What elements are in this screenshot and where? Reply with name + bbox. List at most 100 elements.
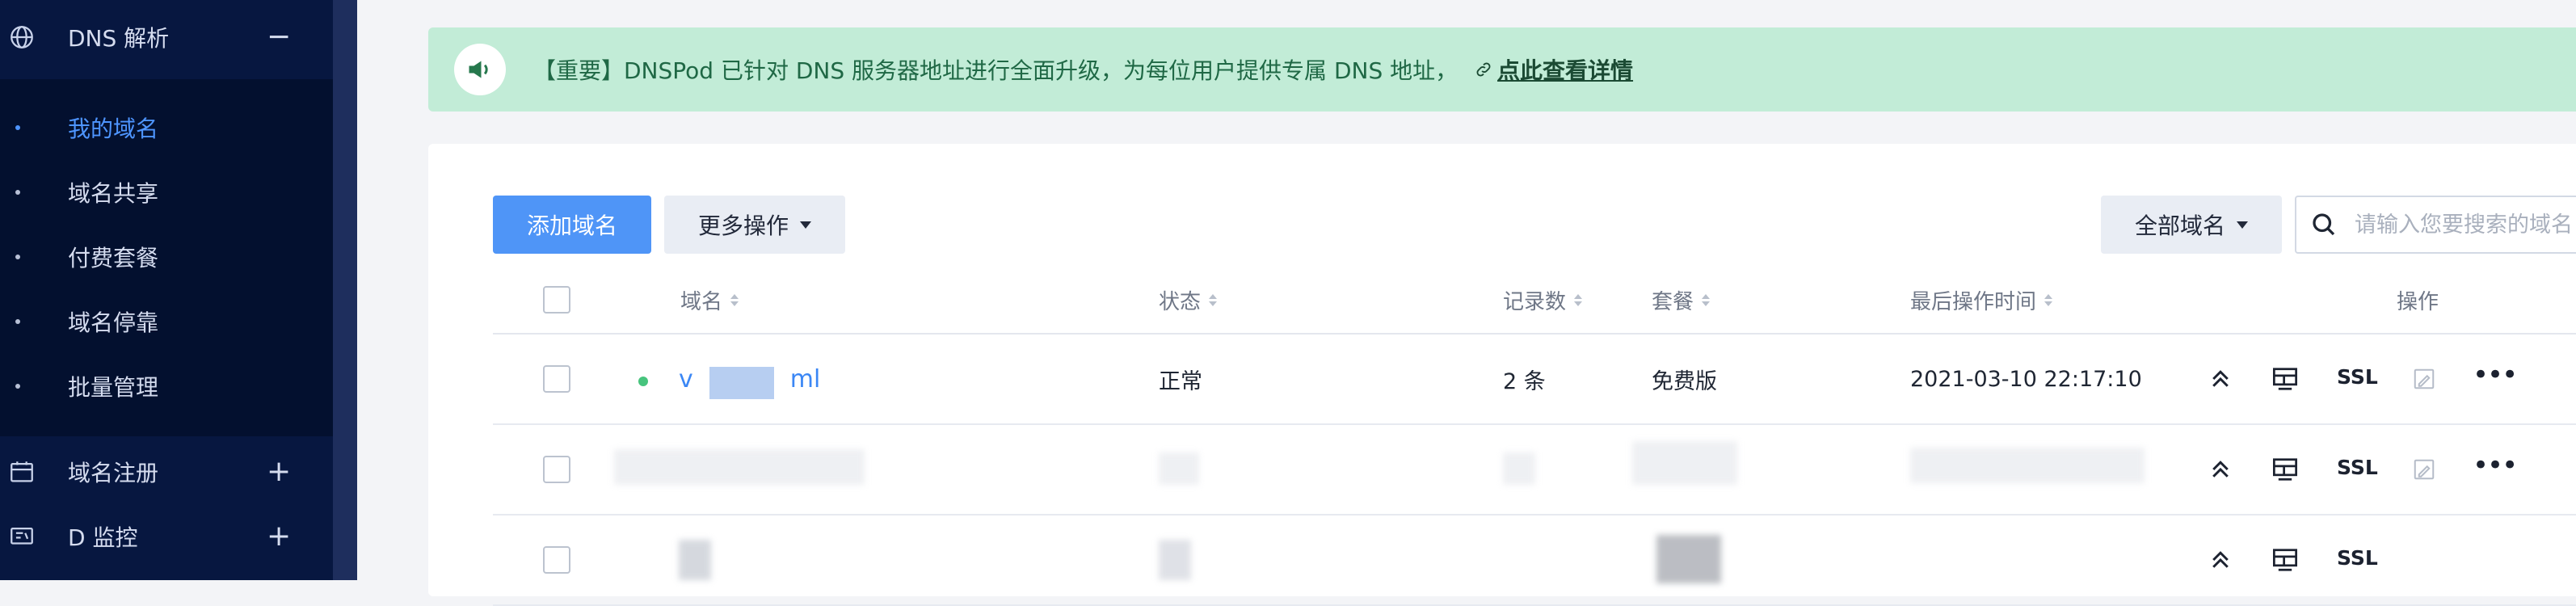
pin-top-icon[interactable] — [2206, 364, 2235, 393]
pin-top-icon[interactable] — [2206, 455, 2235, 484]
notice-link-label: 点此查看详情 — [1497, 57, 1634, 84]
bullet-icon — [15, 255, 20, 259]
plan-cell: 免费版 — [1652, 368, 1717, 394]
blurred-updated — [1910, 448, 2145, 483]
sort-icon — [1702, 293, 1711, 306]
sort-icon — [2044, 293, 2053, 306]
blurred-domain — [679, 540, 711, 580]
column-label: 域名 — [680, 289, 723, 314]
blurred-status — [1159, 452, 1199, 485]
blurred-plan — [1656, 535, 1721, 583]
sidebar-section-monitoring[interactable]: D 监控 + — [0, 504, 333, 569]
sidebar-section-domain-registration[interactable]: 域名注册 + — [0, 440, 333, 504]
sidebar-item-label: 域名共享 — [68, 180, 159, 207]
column-header-plan[interactable]: 套餐 — [1652, 265, 1711, 335]
column-header-records[interactable]: 记录数 — [1503, 265, 1583, 335]
row-checkbox[interactable] — [543, 546, 570, 574]
domain-suffix: ml — [789, 364, 821, 393]
ssl-button[interactable]: SSL — [2337, 546, 2378, 570]
caret-down-icon — [2237, 221, 2248, 229]
table-row[interactable]: SSL — [493, 516, 2576, 606]
expand-icon[interactable]: + — [267, 522, 291, 551]
sidebar-section-label: 域名注册 — [68, 460, 159, 486]
more-icon[interactable]: ••• — [2473, 449, 2518, 482]
row-checkbox[interactable] — [543, 365, 570, 393]
edit-icon[interactable] — [2410, 455, 2439, 484]
column-label: 操作 — [2397, 289, 2439, 314]
globe-icon — [11, 26, 33, 48]
status-cell: 正常 — [1159, 368, 1202, 394]
blurred-records — [1503, 452, 1535, 485]
dashboard-icon[interactable] — [2271, 364, 2300, 393]
add-domain-label: 添加域名 — [526, 213, 617, 239]
sort-icon — [1209, 293, 1218, 306]
sidebar-item-paid-plans[interactable]: 付费套餐 — [0, 225, 333, 289]
edit-icon[interactable] — [2410, 364, 2439, 393]
select-all-checkbox[interactable] — [543, 286, 570, 314]
link-icon — [1476, 62, 1491, 77]
sidebar-item-label: 我的域名 — [68, 116, 159, 142]
sidebar-item-domain-parking[interactable]: 域名停靠 — [0, 289, 333, 354]
sidebar-item-domain-sharing[interactable]: 域名共享 — [0, 160, 333, 225]
pin-top-icon[interactable] — [2206, 545, 2235, 574]
sidebar-item-my-domains[interactable]: 我的域名 — [0, 95, 333, 160]
search-input[interactable] — [2355, 200, 2576, 249]
sidebar-section-dns[interactable]: DNS 解析 − — [0, 0, 333, 74]
more-actions-label: 更多操作 — [697, 213, 789, 239]
column-header-status[interactable]: 状态 — [1159, 265, 1218, 335]
ssl-button[interactable]: SSL — [2337, 456, 2378, 479]
table-row[interactable]: v ml 正常 2 条 免费版 2021-03-10 22:17:10 SSL … — [493, 335, 2576, 425]
notice-text: 【重要】DNSPod 已针对 DNS 服务器地址进行全面升级，为每位用户提供专属… — [533, 57, 1458, 84]
column-label: 记录数 — [1503, 289, 1567, 314]
table-row[interactable]: SSL ••• — [493, 425, 2576, 516]
domain-filter-label: 全部域名 — [2134, 213, 2225, 239]
records-cell: 2 条 — [1503, 368, 1546, 394]
expand-icon[interactable]: + — [267, 457, 291, 486]
more-icon[interactable]: ••• — [2473, 359, 2518, 391]
domain-filter-dropdown[interactable]: 全部域名 — [2101, 196, 2282, 254]
domain-link[interactable]: v ml — [679, 335, 820, 423]
caret-down-icon — [800, 221, 811, 229]
sidebar-section-label: D 监控 — [68, 524, 138, 551]
sidebar-item-label: 批量管理 — [68, 374, 159, 401]
notice-details-link[interactable]: 点此查看详情 — [1475, 53, 1633, 86]
column-header-domain[interactable]: 域名 — [680, 265, 739, 335]
column-label: 套餐 — [1652, 289, 1694, 314]
sidebar-item-label: 付费套餐 — [68, 245, 159, 271]
redacted-block — [709, 367, 774, 399]
bullet-icon — [15, 384, 20, 389]
notice-banner: 【重要】DNSPod 已针对 DNS 服务器地址进行全面升级，为每位用户提供专属… — [428, 27, 2576, 112]
search-box[interactable] — [2295, 196, 2576, 254]
sidebar-rail — [333, 0, 357, 580]
ssl-button[interactable]: SSL — [2337, 365, 2378, 389]
dashboard-icon[interactable] — [2271, 545, 2300, 574]
row-checkbox[interactable] — [543, 456, 570, 483]
blurred-status — [1159, 540, 1191, 580]
column-label: 状态 — [1159, 289, 1202, 314]
calendar-icon — [11, 461, 33, 482]
sidebar-item-batch-management[interactable]: 批量管理 — [0, 354, 333, 419]
sidebar-item-label: 域名停靠 — [68, 309, 159, 336]
blurred-domain — [614, 449, 865, 485]
sort-icon — [730, 293, 739, 306]
status-dot-icon — [638, 377, 648, 386]
dashboard-icon[interactable] — [2271, 455, 2300, 484]
sort-icon — [1574, 293, 1583, 306]
updated-cell: 2021-03-10 22:17:10 — [1910, 366, 2142, 392]
blurred-plan — [1632, 441, 1737, 485]
add-domain-button[interactable]: 添加域名 — [493, 196, 651, 254]
column-header-updated[interactable]: 最后操作时间 — [1910, 265, 2053, 335]
bullet-icon — [15, 190, 20, 195]
domain-list-panel: 添加域名 更多操作 全部域名 域名 状态 记录数 套餐 — [428, 144, 2576, 606]
collapse-icon[interactable]: − — [267, 23, 291, 52]
column-label: 最后操作时间 — [1910, 289, 2037, 314]
sidebar-section-label: DNS 解析 — [68, 25, 170, 52]
sidebar-submenu: 我的域名 域名共享 付费套餐 域名停靠 批量管理 — [0, 79, 333, 436]
speaker-icon — [454, 44, 506, 95]
column-header-actions: 操作 — [2397, 265, 2439, 335]
search-icon — [2313, 213, 2335, 236]
sidebar: DNS 解析 − 我的域名 域名共享 付费套餐 域名停靠 批量管理 域名注册 + — [0, 0, 357, 580]
bullet-icon — [15, 319, 20, 324]
more-actions-dropdown[interactable]: 更多操作 — [664, 196, 845, 254]
table-header: 域名 状态 记录数 套餐 最后操作时间 操作 — [493, 265, 2576, 335]
